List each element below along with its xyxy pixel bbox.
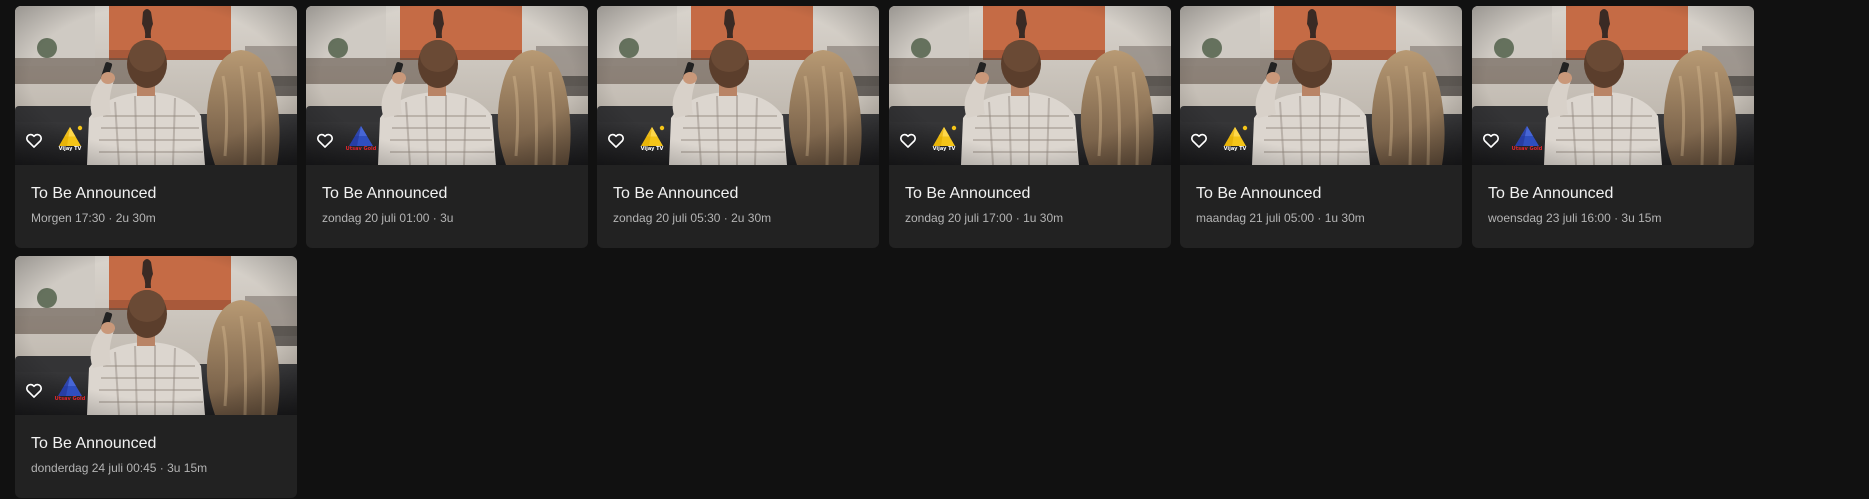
program-title: To Be Announced [1488,185,1614,202]
vijay-tv-logo: Vijay TV [929,124,959,156]
program-thumbnail: Utsav Gold [1472,6,1754,165]
vijay-tv-logo: Vijay TV [637,124,667,156]
heart-outline-icon[interactable] [1481,130,1501,150]
heart-outline-icon[interactable] [898,130,918,150]
program-card[interactable]: Vijay TV To Be Announced zondag 20 juli … [597,6,879,248]
vijay-tv-logo: Vijay TV [1220,124,1250,156]
program-thumbnail: Vijay TV [15,6,297,165]
channel-name: Vijay TV [640,146,664,152]
heart-outline-icon[interactable] [606,130,626,150]
channel-name: Utsav Gold [54,396,86,402]
program-time: maandag 21 juli 05:00 · 1u 30m [1196,211,1365,225]
program-title: To Be Announced [1196,185,1322,202]
program-time: Morgen 17:30 · 2u 30m [31,211,156,225]
program-time: donderdag 24 juli 00:45 · 3u 15m [31,461,208,475]
program-title: To Be Announced [322,185,448,202]
program-time: zondag 20 juli 17:00 · 1u 30m [905,211,1064,225]
channel-name: Vijay TV [1223,146,1247,152]
program-thumbnail: Utsav Gold [306,6,588,165]
program-thumbnail: Vijay TV [1180,6,1462,165]
channel-name: Utsav Gold [345,146,377,152]
heart-outline-icon[interactable] [1189,130,1209,150]
program-card[interactable]: Vijay TV To Be Announced maandag 21 juli… [1180,6,1462,248]
channel-name: Vijay TV [58,146,82,152]
program-title: To Be Announced [613,185,739,202]
program-time: zondag 20 juli 05:30 · 2u 30m [613,211,772,225]
program-time: zondag 20 juli 01:00 · 3u [322,211,454,225]
utsav-gold-logo: Utsav Gold [346,124,376,156]
heart-outline-icon[interactable] [24,380,44,400]
program-card[interactable]: Vijay TV To Be Announced Morgen 17:30 · … [15,6,297,248]
program-thumbnail: Vijay TV [597,6,879,165]
program-card[interactable]: Vijay TV To Be Announced zondag 20 juli … [889,6,1171,248]
channel-name: Vijay TV [932,146,956,152]
program-thumbnail: Vijay TV [889,6,1171,165]
channel-name: Utsav Gold [1511,146,1543,152]
program-title: To Be Announced [31,185,157,202]
utsav-gold-logo: Utsav Gold [1512,124,1542,156]
program-thumbnail: Utsav Gold [15,256,297,415]
heart-outline-icon[interactable] [315,130,335,150]
utsav-gold-logo: Utsav Gold [55,374,85,406]
program-card[interactable]: Utsav Gold To Be Announced woensdag 23 j… [1472,6,1754,248]
program-title: To Be Announced [31,435,157,452]
programs-grid: Vijay TV To Be Announced Morgen 17:30 · … [0,0,1869,499]
heart-outline-icon[interactable] [24,130,44,150]
vijay-tv-logo: Vijay TV [55,124,85,156]
program-card[interactable]: Utsav Gold To Be Announced donderdag 24 … [15,256,297,498]
program-time: woensdag 23 juli 16:00 · 3u 15m [1488,211,1662,225]
program-title: To Be Announced [905,185,1031,202]
program-card[interactable]: Utsav Gold To Be Announced zondag 20 jul… [306,6,588,248]
